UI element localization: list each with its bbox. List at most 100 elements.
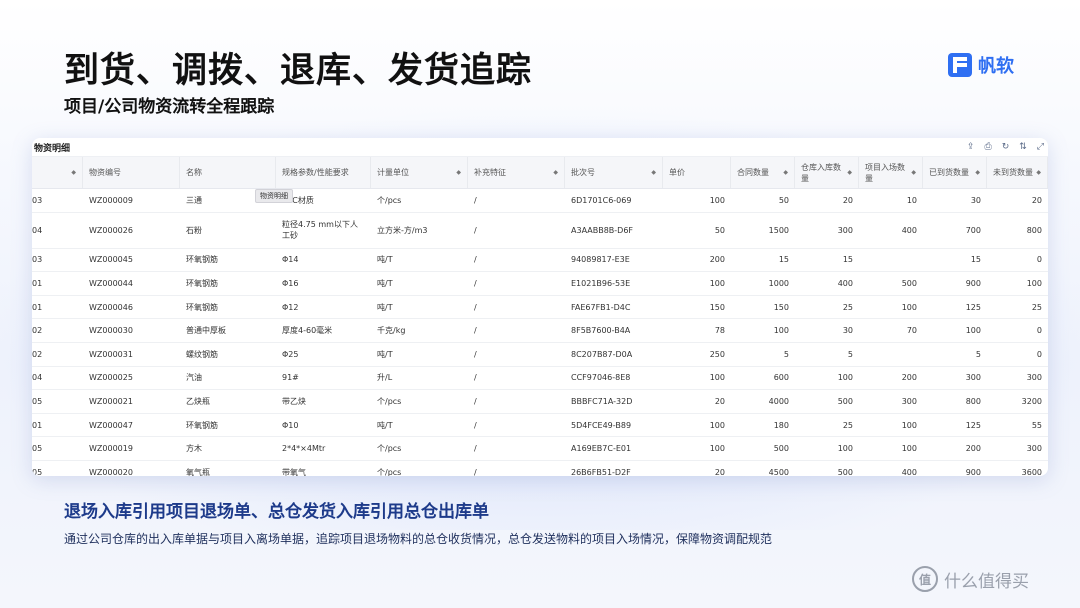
table-cell: BBBFC71A-32D [571, 396, 633, 406]
table-cell: 普通中厚板 [186, 326, 226, 336]
sort-icon[interactable]: ◆ [783, 167, 788, 178]
sort-icon[interactable]: ◆ [553, 167, 558, 178]
column-header[interactable]: 计量单位 ◆ [371, 157, 468, 188]
table-cell: 300 [965, 373, 981, 383]
table-cell [859, 249, 923, 272]
sort-icon[interactable]: ◆ [456, 167, 461, 178]
table-cell: 800 [1026, 225, 1042, 235]
upload-icon[interactable]: ⇪ [967, 142, 975, 152]
table-cell: / [474, 396, 477, 406]
column-header[interactable]: 合同数量 ◆ [731, 157, 795, 188]
table-cell: 吨/T [377, 302, 393, 312]
table-cell: 环氧钢筋 [186, 302, 218, 312]
column-header-label: 未到货数量 [993, 168, 1033, 177]
column-header-label: 规格参数/性能要求 [282, 168, 349, 177]
column-header[interactable]: 仓库入库数量 ◆ [795, 157, 859, 188]
table-row[interactable]: 01 WZ000047 环氧钢筋 Φ10 吨/T / 5D4FCE49-B89 100 180 2… [32, 414, 1048, 438]
table-cell: 厚度4-60毫米 [282, 326, 333, 336]
table-cell: 02 [32, 349, 43, 359]
column-header-label: 已到货数量 [929, 168, 969, 177]
table-row[interactable]: 04 WZ000025 汽油 91# 升/L / CCF97046-8E8 100 600 100… [32, 367, 1048, 391]
table-row[interactable]: 05 WZ000020 氧气瓶 带氧气 个/pcs / 26B6FB51-D2F 20 4500… [32, 461, 1048, 476]
column-header[interactable]: 单价 [663, 157, 731, 188]
table-cell: 6D1701C6-069 [571, 195, 632, 205]
table-cell: 04 [32, 225, 43, 235]
table-cell: 200 [901, 373, 917, 383]
table-cell: 400 [901, 225, 917, 235]
table-cell: 3200 [1021, 396, 1042, 406]
table-cell: 01 [32, 278, 43, 288]
table-cell: 125 [965, 420, 981, 430]
table-cell: Φ10 [282, 420, 299, 430]
table-cell: WZ000026 [89, 225, 133, 235]
sort-icon[interactable]: ⇅ [1019, 142, 1027, 152]
column-header[interactable]: 未到货数量 ◆ [987, 157, 1048, 188]
column-header[interactable]: 已到货数量 ◆ [923, 157, 987, 188]
refresh-icon[interactable]: ↻ [1002, 142, 1010, 152]
table-row[interactable]: 02 WZ000030 普通中厚板 厚度4-60毫米 千克/kg / 8F5B7600-B4… [32, 319, 1048, 343]
table-cell: 4500 [768, 467, 789, 476]
table-cell: 100 [709, 444, 725, 454]
table-row[interactable]: 01 WZ000046 环氧钢筋 Φ12 吨/T / FAE67FB1-D4C 150 150 2… [32, 296, 1048, 320]
column-header[interactable]: ◆ [32, 157, 83, 188]
table-cell: 300 [1026, 373, 1042, 383]
sort-icon[interactable]: ◆ [1036, 167, 1041, 178]
table-cell: 04 [32, 373, 43, 383]
table-cell: 升/L [377, 373, 393, 383]
print-icon[interactable]: ⎙ [985, 142, 992, 152]
column-header-label: 合同数量 [737, 168, 769, 177]
column-header[interactable]: 规格参数/性能要求 [276, 157, 371, 188]
sort-icon[interactable]: ◆ [847, 167, 852, 178]
table-cell: 30 [970, 195, 981, 205]
sort-icon[interactable]: ◆ [651, 167, 656, 178]
column-header-label: 单价 [669, 168, 685, 177]
table-cell: WZ000047 [89, 420, 133, 430]
table-row[interactable]: 04 WZ000026 石粉 粒径4.75 mm以下人工砂 立方米-方/m3 / A3AAB… [32, 213, 1048, 249]
column-header[interactable]: 项目入场数量 ◆ [859, 157, 923, 188]
table-row[interactable]: 03 WZ000045 环氧钢筋 Φ14 吨/T / 94089817-E3E 200 15 15… [32, 249, 1048, 273]
table-cell: 600 [773, 373, 789, 383]
table-cell: 15 [970, 255, 981, 265]
fullscreen-icon[interactable]: ⤢ [1037, 142, 1044, 152]
table-cell: 100 [709, 420, 725, 430]
table-cell: 400 [901, 467, 917, 476]
table-cell: 吨/T [377, 420, 393, 430]
brand-name: 帆软 [978, 56, 1014, 77]
table-cell: WZ000044 [89, 278, 133, 288]
table-cell: 0 [1036, 349, 1042, 359]
sort-icon[interactable]: ◆ [71, 167, 76, 178]
table-row[interactable]: 05 WZ000021 乙炔瓶 带乙炔 个/pcs / BBBFC71A-32D 20 4000… [32, 390, 1048, 414]
table-cell: 25 [842, 302, 853, 312]
table-cell: 500 [901, 278, 917, 288]
table-row[interactable]: 02 WZ000031 螺纹钢筋 Φ25 吨/T / 8C207B87-D0A 250 5 5 5 0 [32, 343, 1048, 367]
table-cell: 5 [975, 349, 981, 359]
table-row[interactable]: 03 WZ000009 三通 PVC材质 个/pcs/6D1701C6-069 100 50… [32, 189, 1048, 213]
table-cell: 粒径4.75 mm以下人工砂 [282, 220, 358, 241]
table-cell: 1000 [768, 278, 789, 288]
table-cell: / [474, 467, 477, 476]
table-cell: 0 [1036, 326, 1042, 336]
table-cell: 91# [282, 373, 299, 383]
table-cell: 5 [847, 349, 853, 359]
table-cell: WZ000021 [89, 396, 133, 406]
logo-mark-icon [948, 53, 972, 77]
table-cell: 带氧气 [282, 467, 306, 476]
column-header[interactable]: 批次号 ◆ [565, 157, 663, 188]
table-cell: WZ000031 [89, 349, 133, 359]
table-cell: WZ000019 [89, 444, 133, 454]
table-body: 03 WZ000009 三通 PVC材质 个/pcs/6D1701C6-069 100 50… [32, 189, 1048, 476]
column-header[interactable]: 名称 [180, 157, 276, 188]
table-row[interactable]: 01 WZ000044 环氧钢筋 Φ16 吨/T / E1021B96-53E 100 1000… [32, 272, 1048, 296]
page-subtitle: 项目/公司物资流转全程跟踪 [64, 97, 275, 117]
sort-icon[interactable]: ◆ [975, 167, 980, 178]
column-header[interactable]: 物资编号 [83, 157, 180, 188]
column-header[interactable]: 补充特征 ◆ [468, 157, 565, 188]
column-tooltip: 物资明细 [255, 189, 293, 203]
watermark-text: 什么值得买 [944, 571, 1029, 592]
table-cell: FAE67FB1-D4C [571, 302, 631, 312]
table-cell: 千克/kg [377, 326, 406, 336]
table-cell: 01 [32, 302, 43, 312]
table-cell: CCF97046-8E8 [571, 373, 631, 383]
table-row[interactable]: 05 WZ000019 方木 2*4*×4Mtr 个/pcs / A169EB7C-E01 1… [32, 437, 1048, 461]
sort-icon[interactable]: ◆ [911, 167, 916, 178]
